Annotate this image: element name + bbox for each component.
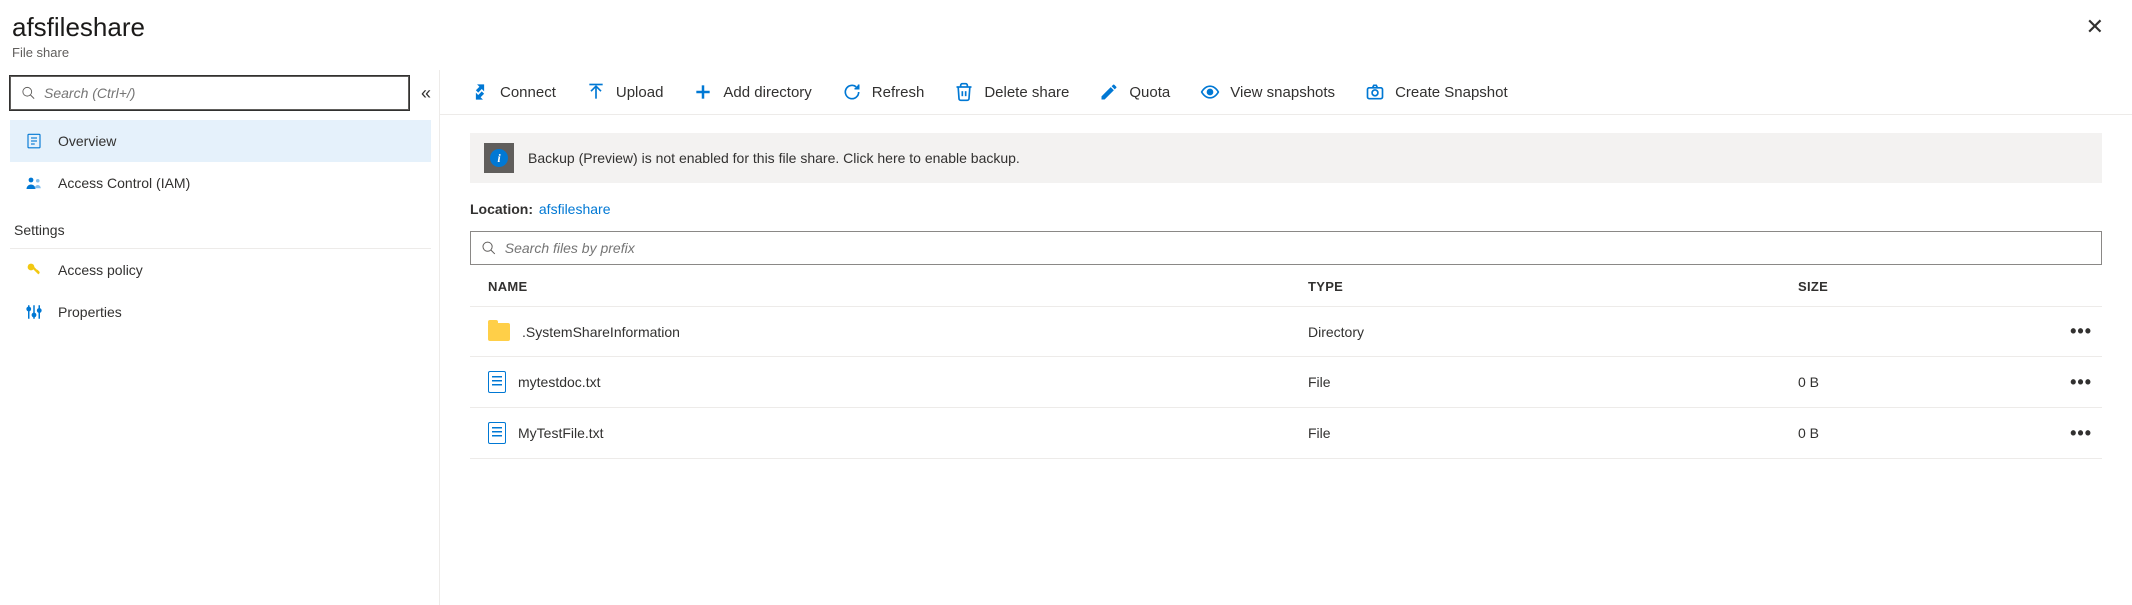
quota-button[interactable]: Quota bbox=[1099, 82, 1170, 102]
camera-icon bbox=[1365, 82, 1385, 102]
refresh-button[interactable]: Refresh bbox=[842, 82, 925, 102]
overview-icon bbox=[24, 131, 44, 151]
plus-icon bbox=[693, 82, 713, 102]
collapse-sidebar-button[interactable]: « bbox=[421, 83, 431, 104]
file-name: mytestdoc.txt bbox=[518, 374, 600, 390]
file-type: File bbox=[1308, 374, 1798, 390]
sidebar-item-label: Access Control (IAM) bbox=[58, 175, 190, 191]
page-title: afsfileshare bbox=[12, 12, 145, 43]
sidebar-search[interactable] bbox=[10, 76, 409, 110]
table-row[interactable]: .SystemShareInformation Directory ••• bbox=[470, 307, 2102, 357]
location-link[interactable]: afsfileshare bbox=[539, 201, 611, 217]
connect-button[interactable]: Connect bbox=[470, 82, 556, 102]
iam-icon bbox=[24, 173, 44, 193]
file-name: .SystemShareInformation bbox=[522, 324, 680, 340]
sidebar-item-access-control[interactable]: Access Control (IAM) bbox=[10, 162, 431, 204]
close-button[interactable]: ✕ bbox=[2078, 12, 2112, 42]
file-size: 0 B bbox=[1798, 425, 2032, 441]
file-search-input[interactable] bbox=[505, 240, 2091, 256]
sidebar-item-access-policy[interactable]: Access policy bbox=[10, 249, 431, 291]
create-snapshot-button[interactable]: Create Snapshot bbox=[1365, 82, 1508, 102]
column-name[interactable]: NAME bbox=[488, 279, 1308, 294]
search-icon bbox=[21, 85, 36, 101]
upload-icon bbox=[586, 82, 606, 102]
refresh-icon bbox=[842, 82, 862, 102]
upload-button[interactable]: Upload bbox=[586, 82, 664, 102]
row-context-menu[interactable]: ••• bbox=[2032, 423, 2092, 444]
sidebar-item-label: Access policy bbox=[58, 262, 143, 278]
sidebar-item-properties[interactable]: Properties bbox=[10, 291, 431, 333]
backup-info-bar[interactable]: i Backup (Preview) is not enabled for th… bbox=[470, 133, 2102, 183]
main-content: Connect Upload Add directory Refresh Del… bbox=[440, 70, 2132, 605]
file-type: File bbox=[1308, 425, 1798, 441]
info-text: Backup (Preview) is not enabled for this… bbox=[528, 150, 1020, 166]
eye-icon bbox=[1200, 82, 1220, 102]
sidebar-search-input[interactable] bbox=[44, 85, 398, 101]
file-size: 0 B bbox=[1798, 374, 2032, 390]
view-snapshots-button[interactable]: View snapshots bbox=[1200, 82, 1335, 102]
column-type[interactable]: TYPE bbox=[1308, 279, 1798, 294]
info-icon: i bbox=[484, 143, 514, 173]
table-row[interactable]: MyTestFile.txt File 0 B ••• bbox=[470, 408, 2102, 459]
file-icon bbox=[488, 422, 506, 444]
sidebar-item-label: Properties bbox=[58, 304, 122, 320]
pencil-icon bbox=[1099, 82, 1119, 102]
file-name: MyTestFile.txt bbox=[518, 425, 604, 441]
trash-icon bbox=[954, 82, 974, 102]
row-context-menu[interactable]: ••• bbox=[2032, 372, 2092, 393]
table-header: NAME TYPE SIZE bbox=[470, 265, 2102, 307]
toolbar: Connect Upload Add directory Refresh Del… bbox=[440, 70, 2132, 115]
connect-icon bbox=[470, 82, 490, 102]
row-context-menu[interactable]: ••• bbox=[2032, 321, 2092, 342]
delete-share-button[interactable]: Delete share bbox=[954, 82, 1069, 102]
location-row: Location: afsfileshare bbox=[470, 183, 2102, 231]
file-search[interactable] bbox=[470, 231, 2102, 265]
sidebar-item-label: Overview bbox=[58, 133, 116, 149]
properties-icon bbox=[24, 302, 44, 322]
page-subtitle: File share bbox=[12, 45, 145, 60]
table-row[interactable]: mytestdoc.txt File 0 B ••• bbox=[470, 357, 2102, 408]
blade-header: afsfileshare File share ✕ bbox=[0, 0, 2132, 70]
file-icon bbox=[488, 371, 506, 393]
column-size[interactable]: SIZE bbox=[1798, 279, 2032, 294]
sidebar: « Overview Access Control (IAM) Settings bbox=[0, 70, 440, 605]
file-type: Directory bbox=[1308, 324, 1798, 340]
add-directory-button[interactable]: Add directory bbox=[693, 82, 811, 102]
search-icon bbox=[481, 240, 497, 256]
folder-icon bbox=[488, 323, 510, 341]
location-label: Location: bbox=[470, 201, 533, 217]
key-icon bbox=[24, 260, 44, 280]
sidebar-item-overview[interactable]: Overview bbox=[10, 120, 431, 162]
sidebar-section-settings: Settings bbox=[10, 204, 431, 244]
